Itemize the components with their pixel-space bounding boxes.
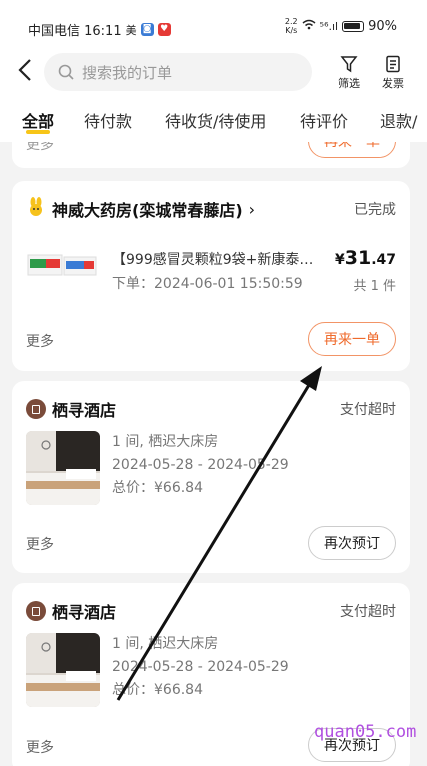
total-price: 总价：¥66.84 — [112, 682, 203, 698]
room-thumbnail — [26, 633, 100, 707]
tab-all[interactable]: 全部 — [22, 108, 54, 132]
order-card-pharmacy[interactable]: 神威大药房(栾城常春藤店) › 已完成 【999感冒灵颗粒9袋+新康泰… 下单：… — [12, 181, 410, 371]
more-link[interactable]: 更多 — [26, 737, 54, 757]
battery-level: 90% — [368, 18, 397, 34]
back-icon[interactable] — [18, 58, 32, 88]
filter-button[interactable]: 筛选 — [329, 55, 369, 91]
tab-pending-review[interactable]: 待评价 — [300, 108, 348, 132]
reorder-button[interactable]: 再来一单 — [308, 322, 396, 356]
battery-icon — [342, 20, 365, 32]
stay-dates: 2024-05-28 - 2024-05-29 — [112, 457, 289, 473]
network-speed: 2.2 K/s — [284, 17, 298, 35]
item-count: 共 1 件 — [353, 279, 396, 294]
order-card-partial: 更多 再来一单 — [12, 142, 410, 168]
filter-icon — [340, 56, 358, 73]
store-name[interactable]: 神威大药房(栾城常春藤店) › — [26, 197, 255, 221]
room-type: 1 间, 栖迟大床房 — [112, 434, 219, 450]
meituan-badge: 美 — [125, 23, 137, 37]
tab-pending-receipt[interactable]: 待收货/待使用 — [165, 108, 266, 132]
order-card-hotel[interactable]: 栖寻酒店 支付超时 1 间, 栖迟大床房 2024-05-28 - 2024-0… — [12, 381, 410, 573]
room-thumbnail — [26, 431, 100, 505]
more-link[interactable]: 更多 — [26, 331, 54, 351]
more-link[interactable]: 更多 — [26, 534, 54, 554]
search-icon — [58, 64, 74, 80]
app-notification-icon-2: ♥ — [157, 23, 171, 36]
hotel-logo-icon — [26, 601, 46, 621]
filter-label: 筛选 — [338, 77, 360, 90]
order-time: 下单：2024-06-01 15:50:59 — [112, 276, 303, 292]
price-integer: 31 — [344, 247, 372, 269]
book-again-button[interactable]: 再次预订 — [308, 526, 396, 560]
price-symbol: ¥ — [334, 252, 345, 268]
reorder-button[interactable]: 再来一单 — [308, 142, 396, 158]
status-bar: 中国电信 16:11 美 ◙ ♥ 2.2 K/s ⁵⁶.ıl 90% — [0, 0, 427, 52]
invoice-icon — [386, 55, 400, 73]
total-price: 总价：¥66.84 — [112, 480, 203, 496]
search-placeholder: 搜索我的订单 — [82, 63, 173, 82]
active-tab-indicator — [26, 130, 50, 134]
signal-icon: ⁵⁶.ıl — [319, 19, 339, 33]
product-title[interactable]: 【999感冒灵颗粒9袋+新康泰… — [112, 249, 332, 269]
header: 搜索我的订单 筛选 发票 — [0, 52, 427, 96]
search-input[interactable]: 搜索我的订单 — [44, 53, 312, 91]
room-type: 1 间, 栖迟大床房 — [112, 636, 219, 652]
store-name[interactable]: 栖寻酒店 — [26, 397, 116, 421]
product-image — [26, 247, 100, 287]
hotel-logo-icon — [26, 399, 46, 419]
chevron-right-icon: › — [248, 199, 256, 219]
more-link[interactable]: 更多 — [26, 142, 54, 154]
pharmacy-logo-icon — [26, 197, 46, 221]
watermark: quan05.com — [314, 722, 417, 742]
order-price: ¥31.47 — [335, 247, 396, 269]
invoice-button[interactable]: 发票 — [373, 55, 413, 91]
store-name[interactable]: 栖寻酒店 — [26, 599, 116, 623]
order-status: 已完成 — [354, 202, 396, 218]
order-status: 支付超时 — [340, 402, 396, 418]
wifi-icon — [302, 19, 316, 34]
carrier-time: 中国电信 16:11 — [28, 24, 122, 39]
tab-refund[interactable]: 退款/ — [380, 108, 417, 132]
order-tabs: 全部 待付款 待收货/待使用 待评价 退款/ — [0, 96, 427, 142]
tab-pending-payment[interactable]: 待付款 — [84, 108, 132, 132]
price-decimal: .47 — [371, 252, 396, 268]
store-name-text: 神威大药房(栾城常春藤店) — [52, 201, 243, 220]
stay-dates: 2024-05-28 - 2024-05-29 — [112, 659, 289, 675]
app-notification-icon: ◙ — [140, 23, 154, 36]
store-name-text: 栖寻酒店 — [52, 603, 117, 622]
invoice-label: 发票 — [382, 77, 404, 90]
order-status: 支付超时 — [340, 604, 396, 620]
store-name-text: 栖寻酒店 — [52, 401, 117, 420]
